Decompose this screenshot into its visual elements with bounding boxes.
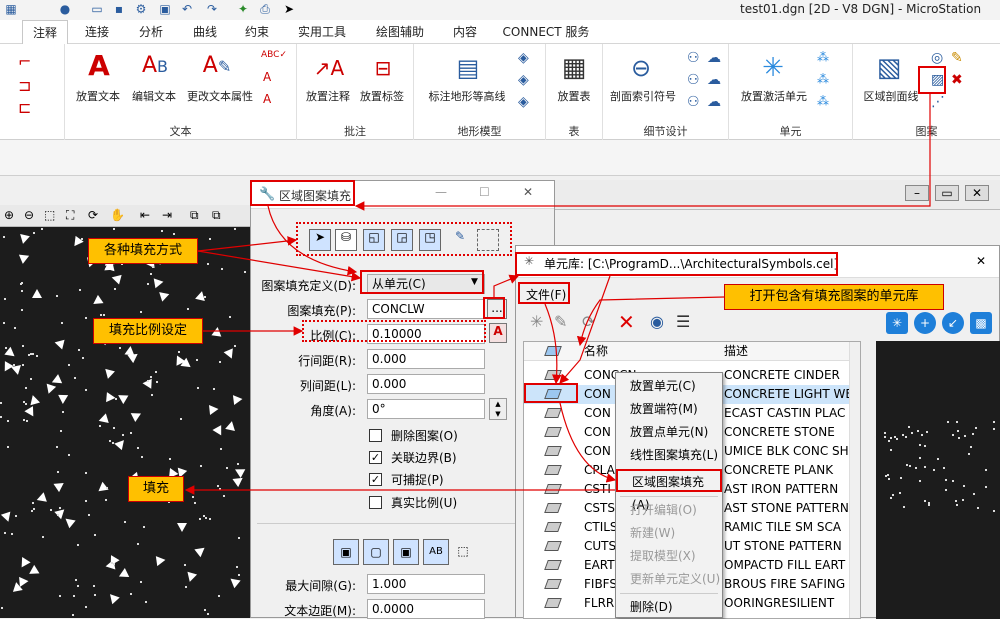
- annotation-arrows: [184, 94, 931, 495]
